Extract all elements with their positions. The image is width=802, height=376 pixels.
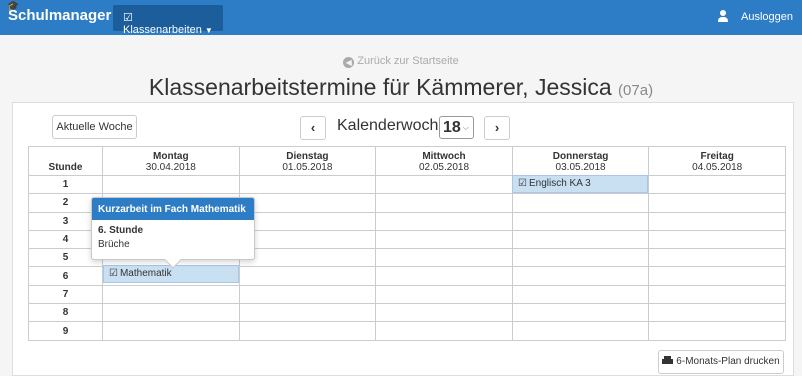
back-to-start-link[interactable]: ◀ Zurück zur Startseite — [0, 55, 802, 68]
top-navbar: 🎓 Schulmanager ☑Klassenarbeiten ▼ Auslogg… — [0, 0, 802, 36]
popover-body: 6. Stunde Brüche — [92, 220, 254, 255]
period-number: 8 — [28, 303, 103, 323]
prev-week-button[interactable]: ‹ — [300, 116, 326, 140]
day-date: 02.05.2018 — [418, 162, 470, 173]
table-cell[interactable] — [238, 248, 377, 268]
table-cell[interactable] — [238, 229, 377, 250]
event-mathematik[interactable]: ☑ Mathematik — [103, 265, 239, 283]
table-cell[interactable] — [375, 321, 513, 341]
day-date: 30.04.2018 — [145, 162, 196, 173]
popover-title: Kurzarbeit im Fach Mathematik — [92, 198, 254, 220]
week-select-value: 18 — [443, 119, 461, 136]
table-cell[interactable] — [648, 321, 786, 341]
printer-icon — [662, 356, 674, 365]
table-cell[interactable] — [238, 174, 377, 195]
klassenarbeiten-menu[interactable]: ☑Klassenarbeiten ▼ — [113, 5, 223, 36]
table-cell[interactable] — [648, 193, 786, 213]
week-select[interactable]: 18 ⌵ — [439, 116, 474, 139]
event-label: Mathematik — [119, 268, 172, 279]
table-cell[interactable] — [238, 284, 377, 305]
table-cell[interactable] — [648, 303, 786, 323]
checkbox-edit-icon: ☑ — [109, 268, 118, 279]
table-cell[interactable] — [375, 193, 513, 213]
arrow-left-circle-icon: ◀ — [343, 57, 355, 68]
period-number: 1 — [28, 174, 103, 195]
graduation-cap-icon: 🎓 — [7, 1, 20, 12]
table-cell[interactable] — [375, 284, 513, 305]
table-cell[interactable] — [648, 229, 786, 250]
menu-label: Klassenarbeiten — [123, 24, 202, 36]
table-header-row: Stunde Montag 30.04.2018 Dienstag 01.05.20… — [28, 146, 786, 176]
period-number: 6 — [28, 266, 103, 286]
table-cell[interactable] — [102, 321, 240, 341]
back-link-label: Zurück zur Startseite — [357, 55, 459, 67]
table-cell[interactable] — [511, 303, 650, 323]
table-cell[interactable] — [648, 284, 786, 305]
table-cell[interactable] — [648, 266, 786, 286]
table-row: 7 — [28, 284, 786, 305]
day-header-tuesday: Dienstag 01.05.2018 — [238, 146, 377, 176]
class-label: (07a) — [618, 82, 654, 99]
brand-text: Schulmanager — [8, 7, 112, 24]
event-label: Englisch KA 3 — [528, 178, 591, 189]
table-row: 8 — [28, 303, 786, 323]
event-englisch[interactable]: ☑ Englisch KA 3 — [512, 175, 648, 193]
table-cell[interactable] — [511, 211, 650, 231]
print-plan-button[interactable]: 6-Monats-Plan drucken — [658, 350, 784, 374]
day-date: 01.05.2018 — [282, 162, 333, 173]
table-cell[interactable] — [648, 248, 786, 268]
table-cell[interactable] — [238, 193, 377, 213]
chevron-right-icon: › — [494, 120, 500, 135]
table-cell[interactable] — [511, 193, 650, 213]
next-week-button[interactable]: › — [484, 116, 510, 140]
day-header-wednesday: Mittwoch 02.05.2018 — [375, 146, 513, 176]
day-date: 03.05.2018 — [555, 162, 606, 173]
page-title: Klassenarbeitstermine für Kämmerer, Jess… — [0, 74, 802, 101]
table-row: 9 — [28, 321, 786, 341]
table-cell[interactable] — [511, 284, 650, 305]
brand-logo[interactable]: 🎓 Schulmanager — [7, 1, 112, 24]
table-cell[interactable] — [511, 321, 650, 341]
table-cell[interactable] — [648, 211, 786, 231]
table-cell[interactable] — [238, 211, 377, 231]
chevron-down-icon: ⌵ — [462, 123, 469, 132]
caret-down-icon: ▼ — [204, 26, 213, 35]
table-row: 1 — [28, 174, 786, 195]
table-cell[interactable] — [375, 266, 513, 286]
event-popover: Kurzarbeit im Fach Mathematik 6. Stunde … — [91, 197, 255, 269]
checkbox-edit-icon: ☑ — [123, 12, 133, 24]
table-cell[interactable] — [238, 321, 377, 341]
table-cell[interactable] — [375, 211, 513, 231]
day-header-thursday: Donnerstag 03.05.2018 — [511, 146, 650, 176]
current-week-button[interactable]: Aktuelle Woche — [52, 115, 137, 139]
table-cell[interactable] — [102, 303, 240, 323]
logout-link[interactable]: Ausloggen — [741, 11, 793, 23]
table-cell[interactable] — [511, 248, 650, 268]
day-date: 04.05.2018 — [692, 162, 743, 173]
day-header-friday: Freitag 04.05.2018 — [648, 146, 786, 176]
page-title-text: Klassenarbeitstermine für Kämmerer, Jess… — [148, 74, 612, 100]
popover-topic: Brüche — [98, 239, 130, 250]
period-number: 7 — [28, 284, 103, 305]
table-cell[interactable] — [375, 174, 513, 195]
stunde-header: Stunde — [28, 146, 103, 176]
day-header-monday: Montag 30.04.2018 — [102, 146, 240, 176]
table-cell[interactable] — [511, 266, 650, 286]
table-cell[interactable] — [238, 266, 377, 286]
period-number: 9 — [28, 321, 103, 341]
table-cell[interactable] — [375, 248, 513, 268]
checkbox-edit-icon: ☑ — [518, 178, 527, 189]
chevron-left-icon: ‹ — [310, 120, 316, 135]
calendar-week-label: Kalenderwoche — [337, 117, 448, 134]
table-cell[interactable] — [102, 284, 240, 305]
user-icon[interactable] — [716, 9, 730, 23]
popover-stunde: 6. Stunde — [98, 225, 144, 236]
table-cell[interactable] — [648, 174, 786, 195]
table-cell[interactable] — [238, 303, 377, 323]
print-button-label: 6-Monats-Plan drucken — [676, 356, 780, 367]
table-cell[interactable] — [375, 303, 513, 323]
table-cell[interactable] — [102, 174, 240, 195]
table-cell[interactable] — [511, 229, 650, 250]
table-cell[interactable] — [375, 229, 513, 250]
